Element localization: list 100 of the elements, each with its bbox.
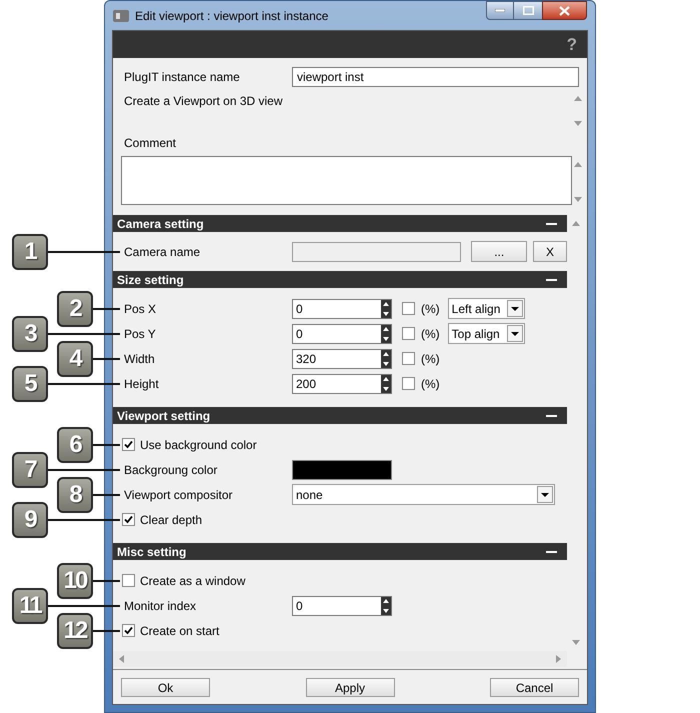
leader-line — [93, 444, 120, 446]
increment-icon[interactable] — [383, 376, 389, 380]
decrement-icon[interactable] — [383, 386, 389, 390]
checkmark-icon — [124, 515, 133, 524]
callout-badge: 7 — [12, 452, 48, 488]
checkbox-label: Use background color — [140, 436, 257, 454]
callout-badge: 4 — [57, 340, 93, 376]
caret-icon[interactable] — [510, 332, 519, 336]
close-button[interactable] — [542, 1, 587, 20]
field-label: Width — [124, 350, 156, 368]
field-label: Height — [124, 376, 160, 392]
callout-badge: 5 — [12, 366, 48, 402]
section-header[interactable]: Camera setting — [113, 215, 567, 232]
checkbox-label: Create as a window — [140, 572, 246, 590]
increment-icon[interactable] — [383, 302, 389, 306]
callout-badge: 6 — [57, 426, 93, 462]
caret-icon[interactable] — [510, 306, 519, 310]
leader-line — [93, 580, 120, 582]
checkbox[interactable] — [122, 513, 135, 526]
leader-line — [48, 332, 120, 334]
checkbox[interactable] — [122, 624, 135, 637]
leader-line — [48, 518, 120, 520]
leader-line — [93, 630, 120, 632]
checkbox[interactable] — [402, 377, 415, 390]
clear-button[interactable]: X — [533, 241, 567, 262]
dialog-button[interactable]: Ok — [121, 678, 210, 696]
dropdown[interactable]: Top align — [448, 323, 525, 344]
field-label: PlugIT instance name — [124, 68, 241, 86]
spin-field[interactable]: 0 — [292, 596, 392, 616]
section-header[interactable]: Size setting — [113, 271, 567, 288]
field-label: Viewport compositor — [124, 486, 234, 504]
spin-field[interactable]: 200 — [292, 374, 392, 394]
callout-badge: 9 — [12, 502, 48, 538]
instance-name-field[interactable]: viewport inst — [292, 66, 579, 86]
increment-icon[interactable] — [383, 326, 389, 330]
checkbox[interactable] — [402, 352, 415, 365]
increment-icon[interactable] — [383, 352, 389, 356]
dialog-button[interactable]: Cancel — [490, 678, 579, 696]
dialog-button[interactable]: Apply — [306, 678, 394, 696]
help-icon[interactable]: ? — [566, 32, 577, 58]
comment-label: Comment — [124, 135, 176, 152]
checkbox[interactable] — [402, 302, 415, 315]
spin-field[interactable]: 0 — [292, 298, 392, 318]
decrement-icon[interactable] — [383, 336, 389, 340]
checkbox[interactable] — [122, 574, 135, 587]
close-icon — [559, 6, 570, 16]
leader-line — [48, 604, 120, 606]
checkmark-icon — [124, 626, 133, 635]
caret-icon[interactable] — [541, 492, 549, 496]
leader-line — [48, 382, 120, 384]
callout-badge: 2 — [57, 290, 93, 326]
leader-line — [48, 468, 120, 470]
section-header[interactable]: Viewport setting — [113, 407, 567, 424]
camera-field[interactable] — [292, 242, 462, 262]
section-title: Viewport setting — [117, 408, 210, 424]
checkbox-label: Clear depth — [140, 512, 202, 528]
percent-label: (%) — [421, 326, 440, 342]
checkbox-label: Create on start — [140, 622, 220, 640]
percent-label: (%) — [421, 300, 440, 318]
color-swatch[interactable] — [292, 460, 392, 480]
percent-label: (%) — [421, 376, 440, 392]
decrement-icon[interactable] — [383, 312, 389, 316]
dropdown[interactable]: Left align — [448, 298, 525, 319]
field-label: Pos Y — [124, 326, 157, 342]
maximize-button[interactable] — [514, 1, 542, 20]
spin-field[interactable]: 320 — [292, 348, 392, 368]
checkbox[interactable] — [122, 438, 135, 451]
window-title: Edit viewport : viewport inst instance — [135, 8, 328, 24]
callout-badge: 12 — [57, 612, 93, 648]
checkmark-icon — [124, 440, 133, 449]
section-title: Camera setting — [117, 216, 204, 232]
minimize-button[interactable] — [486, 1, 514, 20]
dropdown[interactable]: none — [292, 484, 555, 505]
leader-line — [48, 250, 120, 252]
leader-line — [93, 494, 120, 496]
browse-button[interactable]: ... — [471, 241, 528, 262]
section-header[interactable]: Misc setting — [113, 543, 567, 560]
field-label: Pos X — [124, 300, 158, 318]
callout-badge: 10 — [57, 562, 93, 598]
field-label: Monitor index — [124, 598, 198, 614]
decrement-icon[interactable] — [383, 608, 389, 612]
increment-icon[interactable] — [383, 598, 389, 602]
callout-badge: 1 — [12, 234, 48, 270]
leader-line — [93, 358, 120, 360]
field-label: Backgroung color — [124, 462, 218, 478]
callout-badge: 11 — [12, 588, 48, 624]
callout-badge: 8 — [57, 476, 93, 512]
comment-field[interactable] — [121, 156, 572, 205]
callout-badge: 3 — [12, 316, 48, 352]
description-text: Create a Viewport on 3D view — [124, 93, 284, 110]
field-label: Camera name — [124, 244, 202, 260]
section-title: Misc setting — [117, 544, 186, 560]
section-title: Size setting — [117, 272, 184, 288]
spin-field[interactable]: 0 — [292, 324, 392, 344]
minimize-icon — [495, 9, 505, 12]
decrement-icon[interactable] — [383, 362, 389, 366]
percent-label: (%) — [421, 350, 440, 368]
leader-line — [93, 308, 120, 310]
maximize-icon — [522, 6, 534, 15]
checkbox[interactable] — [402, 327, 415, 340]
